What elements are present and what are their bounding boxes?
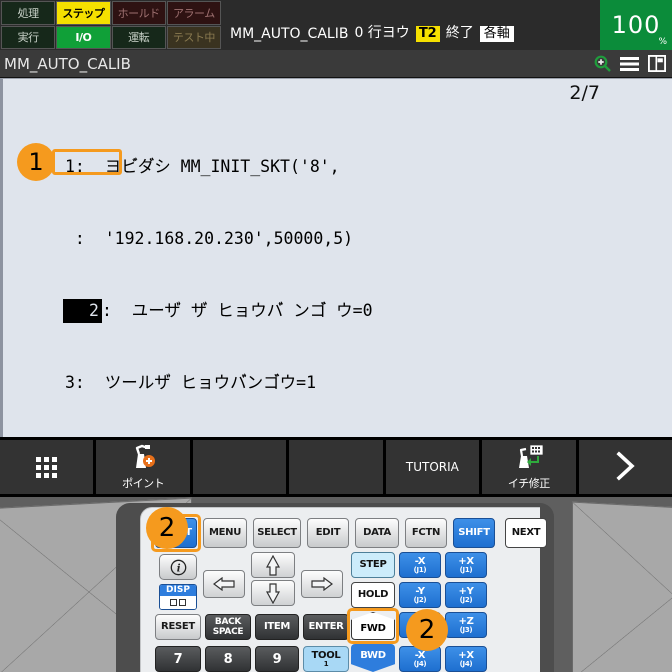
fkey-blank-1[interactable]: [192, 440, 287, 494]
page-title: MM_AUTO_CALIB: [4, 54, 131, 73]
key-jog-plus-x-j1[interactable]: +X (J1): [445, 552, 487, 578]
callout-badge-2-fwd: 2: [406, 609, 448, 651]
status-badge-mode: T2: [415, 26, 440, 42]
key-next[interactable]: NEXT: [505, 518, 547, 548]
key-menu[interactable]: MENU: [203, 518, 247, 548]
disp-split-icon: [160, 596, 196, 609]
robot-add-icon: [128, 444, 158, 473]
teach-pendant-screen: 処理 ステップ ホールド アラーム 実行 I/O 運転 テスト中 MM_AUTO…: [0, 0, 672, 672]
key-7[interactable]: 7: [155, 646, 201, 672]
status-state: 終了: [445, 25, 474, 41]
title-bar: MM_AUTO_CALIB: [0, 50, 672, 78]
key-jog-minus-y-j2[interactable]: -Y (J2): [399, 582, 441, 608]
key-arrow-up[interactable]: [251, 552, 295, 578]
status-cell-io: I/O: [56, 25, 111, 49]
fkey-tutorial-label: TUTORIA: [405, 460, 459, 474]
key-backspace[interactable]: BACK SPACE: [205, 614, 251, 640]
hamburger-menu-icon[interactable]: [620, 56, 639, 72]
fkey-blank-2[interactable]: [289, 440, 383, 494]
key-disp-label: DISP: [160, 585, 196, 596]
status-bar: 処理 ステップ ホールド アラーム 実行 I/O 運転 テスト中 MM_AUTO…: [0, 0, 672, 50]
program-line-selected[interactable]: 2: ユーザ゙ ザ゙ ヒョウバ゙ ンゴ゙ ウ=0: [3, 299, 672, 323]
program-line[interactable]: 1: ヨビ゙ダ゙シ MM_INIT_SKT('8',: [3, 155, 672, 179]
key-fwd[interactable]: FWD: [351, 612, 395, 640]
cursor-line-text: ユーザ゙ ザ゙ ヒョウバ゙ ンゴ゙ ウ=0: [111, 301, 373, 320]
cursor-line-number: 2: [63, 299, 102, 323]
status-indicator-grid: 処理 ステップ ホールド アラーム 実行 I/O 運転 テスト中: [0, 0, 222, 50]
grid-3x3-icon: [36, 456, 58, 478]
key-jog-plus-x-j4[interactable]: +X (J4): [445, 646, 487, 672]
status-cell-hold: ホールド: [111, 1, 166, 25]
status-cell-shori: 処理: [1, 1, 56, 25]
program-editor-pane[interactable]: 2/7 1: ヨビ゙ダ゙シ MM_INIT_SKT('8', : '192.16…: [0, 78, 672, 437]
pendant-scene: OFF ON SHIFT MENU SELECT EDIT DATA FCTN …: [0, 497, 672, 672]
arrow-right-icon: [311, 577, 333, 591]
key-arrow-left[interactable]: [203, 570, 245, 598]
key-fctn[interactable]: FCTN: [405, 518, 447, 548]
speed-value: 100: [611, 11, 661, 39]
status-badge-frame: 各軸: [479, 26, 514, 42]
fkey-point-label: ポイント: [122, 476, 165, 490]
key-enter[interactable]: ENTER: [303, 614, 349, 640]
status-cell-alarm: アラーム: [166, 1, 221, 25]
status-program-name: MM_AUTO_CALIB: [230, 26, 349, 42]
key-jog-minus-x-j1[interactable]: -X (J1): [399, 552, 441, 578]
key-8[interactable]: 8: [205, 646, 251, 672]
key-arrow-down[interactable]: [251, 580, 295, 606]
fkey-touchup[interactable]: イチ修正: [482, 440, 576, 494]
key-9[interactable]: 9: [255, 646, 299, 672]
callout-badge-2-shift: 2: [146, 507, 188, 549]
key-bwd[interactable]: BWD: [351, 644, 395, 672]
key-data[interactable]: DATA: [355, 518, 399, 548]
split-layout-icon[interactable]: [648, 55, 666, 72]
arrow-left-icon: [213, 577, 235, 591]
key-arrow-right[interactable]: [301, 570, 343, 598]
pendant-keypad-face: SHIFT MENU SELECT EDIT DATA FCTN SHIFT N…: [140, 507, 547, 672]
cursor-line-colon: :: [101, 301, 112, 320]
title-bar-icons: [594, 55, 666, 72]
key-hold[interactable]: HOLD: [351, 582, 395, 608]
key-item[interactable]: ITEM: [255, 614, 299, 640]
program-code-listing: 1: ヨビ゙ダ゙シ MM_INIT_SKT('8', : '192.168.20…: [3, 107, 672, 437]
status-cell-jikkou: 実行: [1, 25, 56, 49]
fkey-next[interactable]: [578, 440, 672, 494]
svg-text:i: i: [176, 563, 180, 574]
fkey-touchup-label: イチ修正: [507, 476, 551, 490]
status-cell-unten: 運転: [111, 25, 166, 49]
key-tool-1[interactable]: TOOL 1: [303, 646, 349, 672]
function-key-bar: ポイント TUTORIA イチ修正: [0, 437, 672, 497]
robot-touchup-icon: [513, 444, 545, 473]
zoom-in-icon[interactable]: [594, 55, 611, 72]
arrow-up-icon: [266, 554, 280, 576]
speed-override-indicator[interactable]: 100 %: [600, 0, 672, 50]
background-panel-right: [572, 501, 672, 672]
status-cell-step: ステップ: [56, 1, 111, 25]
program-line[interactable]: 3: ツールザ゙ ヒョウバ゙ンゴ゙ウ=1: [3, 371, 672, 395]
page-indicator: 2/7: [569, 82, 600, 104]
keypad: SHIFT MENU SELECT EDIT DATA FCTN SHIFT N…: [141, 508, 547, 672]
info-icon: i: [170, 559, 186, 575]
arrow-down-icon: [266, 582, 280, 604]
key-jog-plus-y-j2[interactable]: +Y (J2): [445, 582, 487, 608]
status-message: MM_AUTO_CALIB 0 行ヨウ T2 終了 各軸: [222, 0, 600, 50]
key-jog-plus-z-j3[interactable]: +Z (J3): [445, 612, 487, 638]
key-disp[interactable]: DISP: [159, 584, 197, 610]
key-reset[interactable]: RESET: [155, 614, 201, 640]
key-info[interactable]: i: [159, 554, 197, 580]
fkey-point[interactable]: ポイント: [96, 440, 190, 494]
key-shift-right[interactable]: SHIFT: [453, 518, 495, 548]
key-select[interactable]: SELECT: [253, 518, 301, 548]
status-line-info: 0 行ヨウ: [354, 25, 410, 41]
callout-badge-1: 1: [17, 143, 55, 181]
fkey-tutorial[interactable]: TUTORIA: [385, 440, 480, 494]
key-edit[interactable]: EDIT: [307, 518, 349, 548]
key-step[interactable]: STEP: [351, 552, 395, 578]
program-line[interactable]: : '192.168.20.230',50000,5): [3, 227, 672, 251]
chevron-right-icon: [613, 450, 637, 484]
fkey-grid[interactable]: [0, 440, 94, 494]
status-cell-testchu: テスト中: [166, 25, 221, 49]
speed-unit: %: [658, 37, 667, 47]
